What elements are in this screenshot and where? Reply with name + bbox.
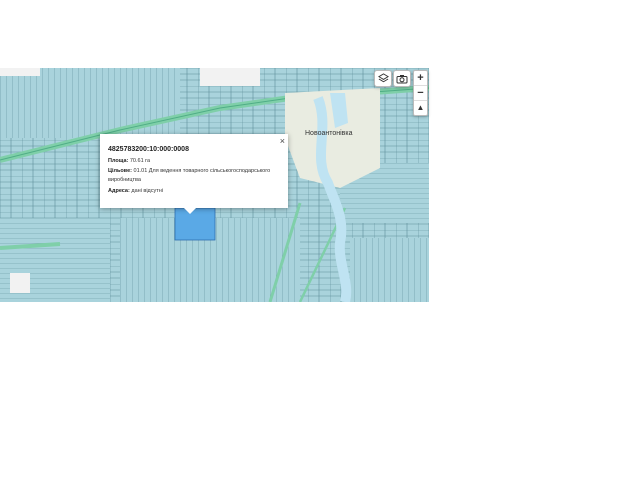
close-icon[interactable]: ×: [280, 136, 285, 146]
zoom-out-button[interactable]: −: [414, 86, 427, 101]
white-area: [200, 68, 260, 86]
popup-tip: [184, 208, 196, 214]
area-value: 70.61 га: [129, 158, 151, 164]
address-row: Адреса: дані відсутні: [108, 187, 280, 196]
area-row: Площа: 70.61 га: [108, 157, 280, 166]
layers-button[interactable]: [374, 70, 392, 87]
address-label: Адреса:: [108, 188, 130, 194]
camera-button[interactable]: [393, 70, 411, 87]
cadastral-number: 4825783200:10:000:0008: [108, 146, 189, 153]
white-area: [10, 273, 30, 293]
zoom-control: + − ▲: [413, 70, 428, 116]
address-value: дані відсутні: [131, 188, 164, 194]
area-label: Площа:: [108, 158, 129, 164]
place-label: Новоантонівка: [305, 130, 353, 137]
white-area: [0, 68, 40, 76]
camera-icon: [396, 74, 408, 83]
layers-icon: [377, 73, 389, 83]
purpose-label: Цільове:: [108, 168, 132, 174]
parcel-block[interactable]: [350, 238, 429, 302]
parcel-block[interactable]: [0, 68, 180, 138]
parcel-popup: × 4825783200:10:000:0008 Площа: 70.61 га…: [100, 134, 288, 214]
reset-north-button[interactable]: ▲: [414, 101, 427, 115]
zoom-in-button[interactable]: +: [414, 71, 427, 86]
purpose-row: Цільове: 01.01 Для ведення товарного сіл…: [108, 167, 280, 185]
purpose-value: 01.01 Для ведення товарного сільськогосп…: [108, 168, 271, 183]
